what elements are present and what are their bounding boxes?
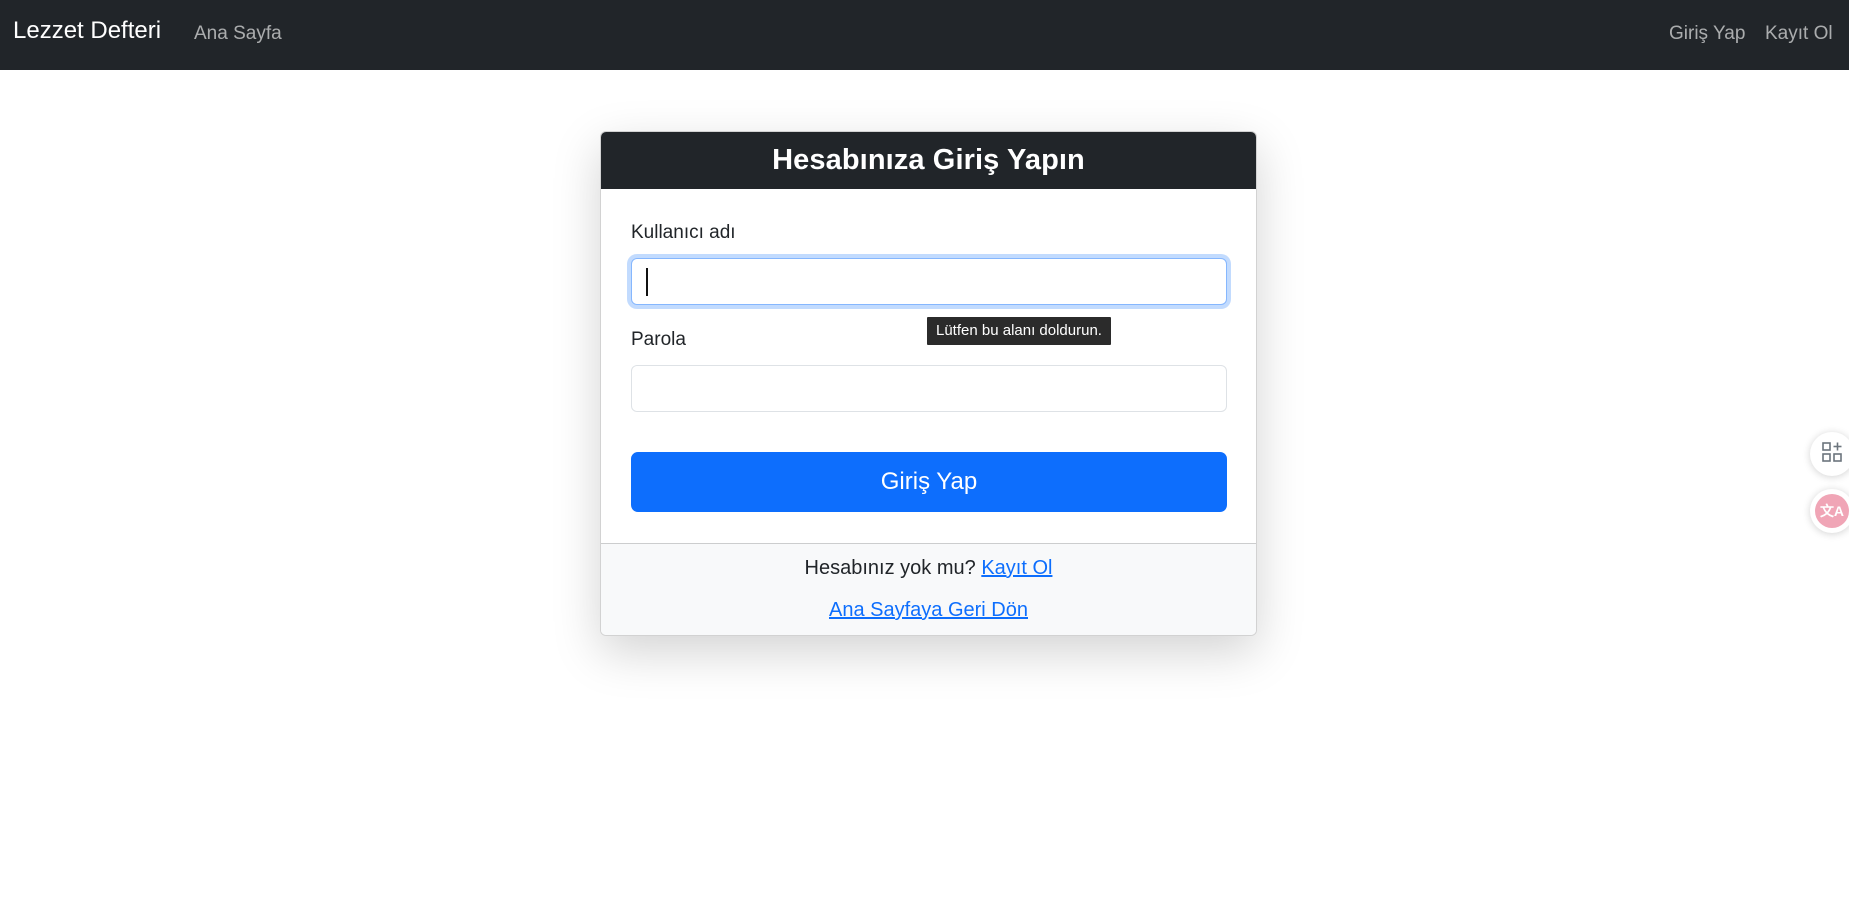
validation-tooltip: Lütfen bu alanı doldurun. [927,317,1111,345]
translate-icon: 文A [1815,494,1849,528]
brand-link[interactable]: Lezzet Defteri [13,17,161,45]
footer-register-line: Hesabınız yok mu? Kayıt Ol [601,557,1256,580]
translate-widget[interactable]: 文A [1810,489,1849,533]
nav-home-link[interactable]: Ana Sayfa [194,23,282,45]
card-header: Hesabınıza Giriş Yapın [601,132,1256,189]
login-card: Hesabınıza Giriş Yapın Kullanıcı adı Par… [600,131,1257,636]
apps-add-widget[interactable] [1810,432,1849,476]
password-label: Parola [631,329,686,350]
footer-home-line: Ana Sayfaya Geri Dön [601,599,1256,622]
login-submit-button[interactable]: Giriş Yap [631,452,1227,512]
username-input[interactable] [631,258,1227,305]
navbar: Lezzet Defteri Ana Sayfa Giriş Yap Kayıt… [0,0,1849,70]
text-cursor [646,268,648,296]
register-link[interactable]: Kayıt Ol [981,557,1052,579]
nav-login-link[interactable]: Giriş Yap [1669,23,1745,45]
back-home-link[interactable]: Ana Sayfaya Geri Dön [829,599,1028,621]
password-input[interactable] [631,365,1227,412]
card-title: Hesabınıza Giriş Yapın [772,144,1085,176]
apps-add-icon [1821,441,1843,468]
card-footer: Hesabınız yok mu? Kayıt Ol Ana Sayfaya G… [601,543,1256,635]
username-label: Kullanıcı adı [631,222,736,243]
nav-register-link[interactable]: Kayıt Ol [1765,23,1833,45]
no-account-text: Hesabınız yok mu? [804,557,976,579]
